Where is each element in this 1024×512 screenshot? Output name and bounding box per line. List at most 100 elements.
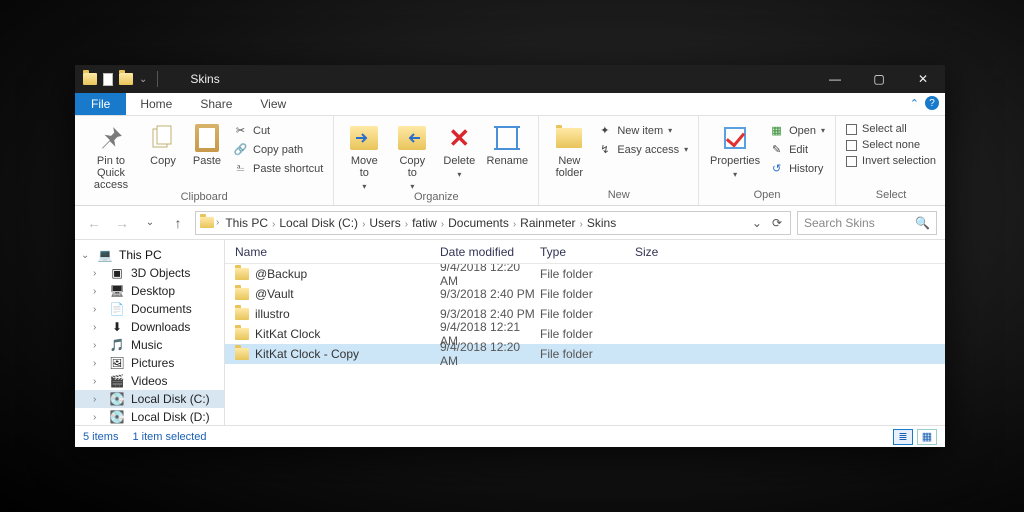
expand-icon[interactable]: ›: [93, 340, 103, 351]
easy-access-button[interactable]: ↯Easy access ▾: [595, 141, 690, 158]
copy-path-button[interactable]: 🔗Copy path: [231, 141, 325, 158]
column-headers[interactable]: Name Date modified Type Size: [225, 240, 945, 264]
nav-item[interactable]: ›🖥Desktop: [75, 282, 224, 300]
file-rows[interactable]: @Backup9/4/2018 12:20 AMFile folder@Vaul…: [225, 264, 945, 425]
breadcrumb-segment[interactable]: Skins: [583, 216, 620, 230]
icons-view-button[interactable]: ▦: [917, 429, 937, 445]
cut-button[interactable]: ✂Cut: [231, 122, 325, 139]
nav-this-pc[interactable]: ⌄ 💻 This PC: [75, 246, 224, 264]
nav-item[interactable]: ›💽Local Disk (C:): [75, 390, 224, 408]
breadcrumb-segment[interactable]: fatiw: [408, 216, 441, 230]
help-icon[interactable]: ?: [925, 96, 939, 110]
nav-item[interactable]: ›🖼Pictures: [75, 354, 224, 372]
select-none-button[interactable]: Select none: [844, 138, 938, 152]
minimize-button[interactable]: —: [813, 65, 857, 93]
maximize-button[interactable]: ▢: [857, 65, 901, 93]
table-row[interactable]: KitKat Clock9/4/2018 12:21 AMFile folder: [225, 324, 945, 344]
close-button[interactable]: ✕: [901, 65, 945, 93]
breadcrumb-segment[interactable]: Local Disk (C:): [275, 216, 362, 230]
pin-to-quick-access-button[interactable]: Pin to Quick access: [83, 120, 139, 191]
details-view-button[interactable]: ≣: [893, 429, 913, 445]
nav-item-label: Documents: [131, 302, 192, 316]
nav-item[interactable]: ›🎬Videos: [75, 372, 224, 390]
folder-icon: [235, 268, 249, 280]
nav-item[interactable]: ›💽Local Disk (D:): [75, 408, 224, 425]
breadcrumb-segment[interactable]: Users: [365, 216, 404, 230]
refresh-button[interactable]: ⟳: [768, 216, 786, 230]
copy-to-button[interactable]: Copy to▾: [390, 120, 434, 191]
nav-item[interactable]: ›🎵Music: [75, 336, 224, 354]
item-count: 5 items: [83, 431, 118, 443]
table-row[interactable]: @Backup9/4/2018 12:20 AMFile folder: [225, 264, 945, 284]
column-type[interactable]: Type: [540, 245, 635, 259]
breadcrumb-segment[interactable]: This PC: [221, 216, 272, 230]
properties-button[interactable]: Properties▾: [707, 120, 763, 179]
delete-button[interactable]: ✕ Delete▾: [438, 120, 480, 179]
expand-icon[interactable]: ›: [93, 286, 103, 297]
address-dropdown-icon[interactable]: ⌄: [748, 216, 766, 230]
nav-item[interactable]: ›▣3D Objects: [75, 264, 224, 282]
tab-home[interactable]: Home: [126, 93, 186, 115]
nav-item-label: Desktop: [131, 284, 175, 298]
cube-icon: ▣: [109, 266, 125, 280]
address-bar[interactable]: › This PC›Local Disk (C:)›Users›fatiw›Do…: [195, 211, 791, 235]
back-button[interactable]: ←: [83, 212, 105, 234]
titlebar[interactable]: ⌄ Skins — ▢ ✕: [75, 65, 945, 93]
expand-icon[interactable]: ⌄: [81, 250, 91, 261]
breadcrumb-segment[interactable]: Documents: [444, 216, 513, 230]
new-folder-button[interactable]: New folder: [547, 120, 591, 179]
new-item-button[interactable]: ✦New item ▾: [595, 122, 690, 139]
doc-icon: 📄: [109, 302, 125, 316]
nav-item[interactable]: ›⬇Downloads: [75, 318, 224, 336]
table-row[interactable]: KitKat Clock - Copy9/4/2018 12:20 AMFile…: [225, 344, 945, 364]
chevron-right-icon[interactable]: ›: [216, 217, 219, 228]
clipboard-icon: [195, 124, 219, 152]
copy-button[interactable]: Copy: [143, 120, 183, 167]
file-date: 9/4/2018 12:20 AM: [440, 264, 540, 288]
folder-icon: [235, 308, 249, 320]
expand-icon[interactable]: ›: [93, 358, 103, 369]
table-row[interactable]: illustro9/3/2018 2:40 PMFile folder: [225, 304, 945, 324]
window-title: Skins: [190, 72, 813, 86]
expand-icon[interactable]: ›: [93, 412, 103, 423]
ribbon-group-new: New folder ✦New item ▾ ↯Easy access ▾ Ne…: [539, 116, 699, 205]
forward-button[interactable]: →: [111, 212, 133, 234]
rename-button[interactable]: Rename: [484, 120, 530, 167]
collapse-ribbon-icon[interactable]: ⌃: [910, 97, 919, 110]
nav-item[interactable]: › 📄 Documents: [75, 300, 224, 318]
link-icon: ↯: [597, 142, 612, 157]
move-to-button[interactable]: Move to▾: [342, 120, 386, 191]
tab-share[interactable]: Share: [186, 93, 246, 115]
ribbon-group-open: Properties▾ ▦Open ▾ ✎Edit ↺History Open: [699, 116, 836, 205]
recent-dropdown[interactable]: ⌄: [139, 212, 161, 234]
select-all-button[interactable]: Select all: [844, 122, 938, 136]
body: ⌄ 💻 This PC ›▣3D Objects›🖥Desktop›📄Docum…: [75, 240, 945, 425]
nav-item-label: Videos: [131, 374, 167, 388]
search-box[interactable]: Search Skins 🔍: [797, 211, 937, 235]
delete-icon: ✕: [448, 125, 470, 151]
expand-icon[interactable]: ›: [93, 268, 103, 279]
navigation-pane[interactable]: ⌄ 💻 This PC ›▣3D Objects›🖥Desktop›📄Docum…: [75, 240, 225, 425]
column-date[interactable]: Date modified: [440, 245, 540, 259]
expand-icon[interactable]: ›: [93, 304, 103, 315]
nav-item-label: Downloads: [131, 320, 190, 334]
table-row[interactable]: @Vault9/3/2018 2:40 PMFile folder: [225, 284, 945, 304]
expand-icon[interactable]: ›: [93, 376, 103, 387]
paste-shortcut-button[interactable]: ⎁Paste shortcut: [231, 160, 325, 177]
tab-view[interactable]: View: [246, 93, 300, 115]
folder-icon: [119, 73, 133, 85]
tab-file[interactable]: File: [75, 93, 126, 115]
invert-selection-button[interactable]: Invert selection: [844, 154, 938, 168]
open-button[interactable]: ▦Open ▾: [767, 122, 827, 139]
edit-button[interactable]: ✎Edit: [767, 141, 827, 158]
column-size[interactable]: Size: [635, 245, 695, 259]
breadcrumb-segment[interactable]: Rainmeter: [516, 216, 579, 230]
expand-icon[interactable]: ›: [93, 322, 103, 333]
paste-button[interactable]: Paste: [187, 120, 227, 167]
expand-icon[interactable]: ›: [93, 394, 103, 405]
history-button[interactable]: ↺History: [767, 160, 827, 177]
up-button[interactable]: ↑: [167, 212, 189, 234]
column-name[interactable]: Name: [225, 245, 440, 259]
sparkle-icon: ✦: [597, 123, 612, 138]
qat-dropdown-icon[interactable]: ⌄: [139, 74, 147, 85]
